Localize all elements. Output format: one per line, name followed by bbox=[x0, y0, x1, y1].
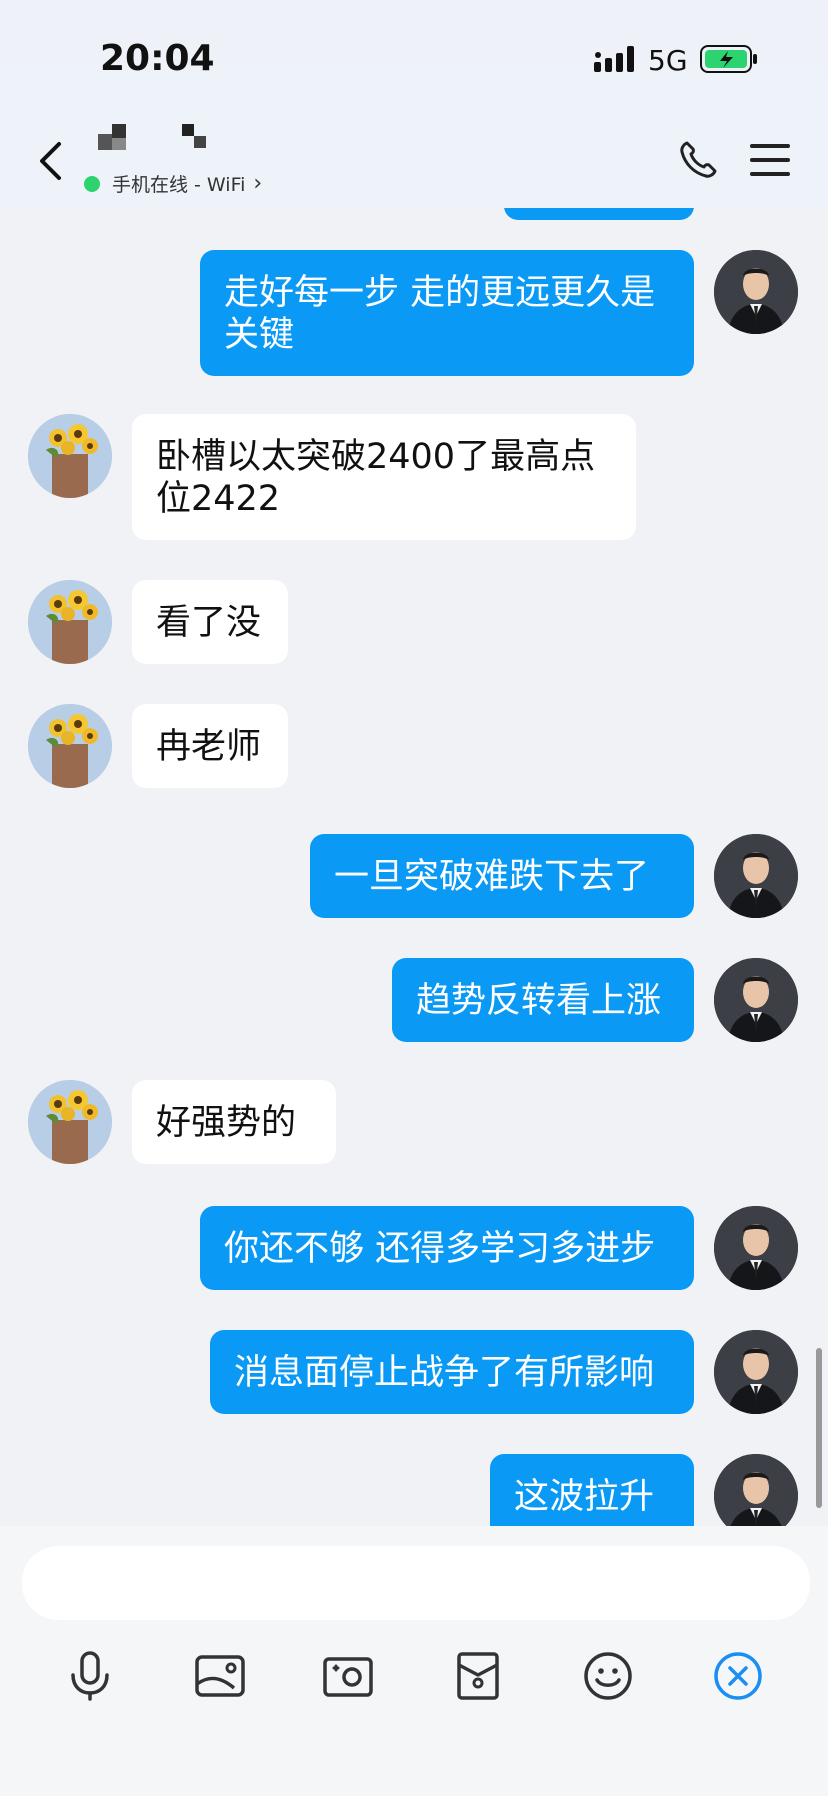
contact-name-redacted[interactable] bbox=[98, 124, 218, 154]
person-avatar-icon bbox=[714, 250, 798, 334]
self-avatar[interactable] bbox=[714, 1330, 798, 1414]
self-avatar[interactable] bbox=[714, 958, 798, 1042]
person-avatar-icon bbox=[714, 1206, 798, 1290]
online-status-label: 手机在线 - WiFi bbox=[112, 174, 246, 196]
online-status[interactable]: 手机在线 - WiFi › bbox=[84, 170, 262, 197]
contact-avatar[interactable] bbox=[28, 1080, 112, 1164]
image-button[interactable] bbox=[190, 1646, 250, 1706]
back-button[interactable] bbox=[30, 138, 70, 184]
message-bubble-incoming[interactable]: 好强势的 bbox=[132, 1080, 336, 1164]
person-avatar-icon bbox=[714, 834, 798, 918]
message-bubble-outgoing[interactable]: 一旦突破难跌下去了 bbox=[310, 834, 694, 918]
message-list[interactable]: 走好每一步 走的更远更久是关键 卧槽以太突破2400了最高点位2422 看了没 … bbox=[0, 208, 828, 1526]
status-time: 20:04 bbox=[100, 38, 215, 79]
message-bubble-incoming[interactable]: 看了没 bbox=[132, 580, 288, 664]
network-type: 5G bbox=[648, 44, 688, 77]
document-icon bbox=[457, 1652, 499, 1700]
top-bar: 20:04 5G 手机在线 - WiFi › bbox=[0, 0, 828, 208]
close-panel-button[interactable] bbox=[708, 1646, 768, 1706]
sunflower-avatar-icon bbox=[28, 580, 112, 664]
message-input[interactable] bbox=[22, 1546, 810, 1620]
message-bubble-outgoing[interactable]: 走好每一步 走的更远更久是关键 bbox=[200, 250, 694, 376]
image-icon bbox=[195, 1655, 245, 1697]
sunflower-avatar-icon bbox=[28, 704, 112, 788]
partial-message-bubble bbox=[504, 208, 694, 220]
sunflower-avatar-icon bbox=[28, 1080, 112, 1164]
voice-button[interactable] bbox=[60, 1646, 120, 1706]
scrollbar[interactable] bbox=[816, 1348, 822, 1508]
message-bubble-outgoing[interactable]: 这波拉升 bbox=[490, 1454, 694, 1526]
message-bubble-outgoing[interactable]: 你还不够 还得多学习多进步 bbox=[200, 1206, 694, 1290]
contact-avatar[interactable] bbox=[28, 414, 112, 498]
message-bubble-incoming[interactable]: 冉老师 bbox=[132, 704, 288, 788]
contact-avatar[interactable] bbox=[28, 580, 112, 664]
composer bbox=[0, 1526, 828, 1796]
camera-button[interactable] bbox=[318, 1646, 378, 1706]
camera-icon bbox=[323, 1657, 373, 1697]
contact-avatar[interactable] bbox=[28, 704, 112, 788]
message-bubble-incoming[interactable]: 卧槽以太突破2400了最高点位2422 bbox=[132, 414, 636, 540]
self-avatar[interactable] bbox=[714, 1206, 798, 1290]
person-avatar-icon bbox=[714, 1330, 798, 1414]
self-avatar[interactable] bbox=[714, 1454, 798, 1526]
emoji-button[interactable] bbox=[578, 1646, 638, 1706]
message-bubble-outgoing[interactable]: 趋势反转看上涨 bbox=[392, 958, 694, 1042]
online-dot-icon bbox=[84, 175, 100, 192]
phone-icon[interactable] bbox=[678, 140, 718, 180]
message-bubble-outgoing[interactable]: 消息面停止战争了有所影响 bbox=[210, 1330, 694, 1414]
menu-icon[interactable] bbox=[750, 142, 790, 178]
self-avatar[interactable] bbox=[714, 834, 798, 918]
sunflower-avatar-icon bbox=[28, 414, 112, 498]
person-avatar-icon bbox=[714, 958, 798, 1042]
person-avatar-icon bbox=[714, 1454, 798, 1526]
microphone-icon bbox=[71, 1651, 109, 1701]
file-button[interactable] bbox=[448, 1646, 508, 1706]
emoji-icon bbox=[584, 1652, 632, 1700]
signal-icon bbox=[594, 46, 634, 72]
battery-icon bbox=[700, 45, 757, 73]
chevron-left-icon bbox=[40, 142, 61, 180]
self-avatar[interactable] bbox=[714, 250, 798, 334]
chevron-right-icon: › bbox=[253, 171, 263, 196]
close-circle-icon bbox=[714, 1652, 762, 1700]
